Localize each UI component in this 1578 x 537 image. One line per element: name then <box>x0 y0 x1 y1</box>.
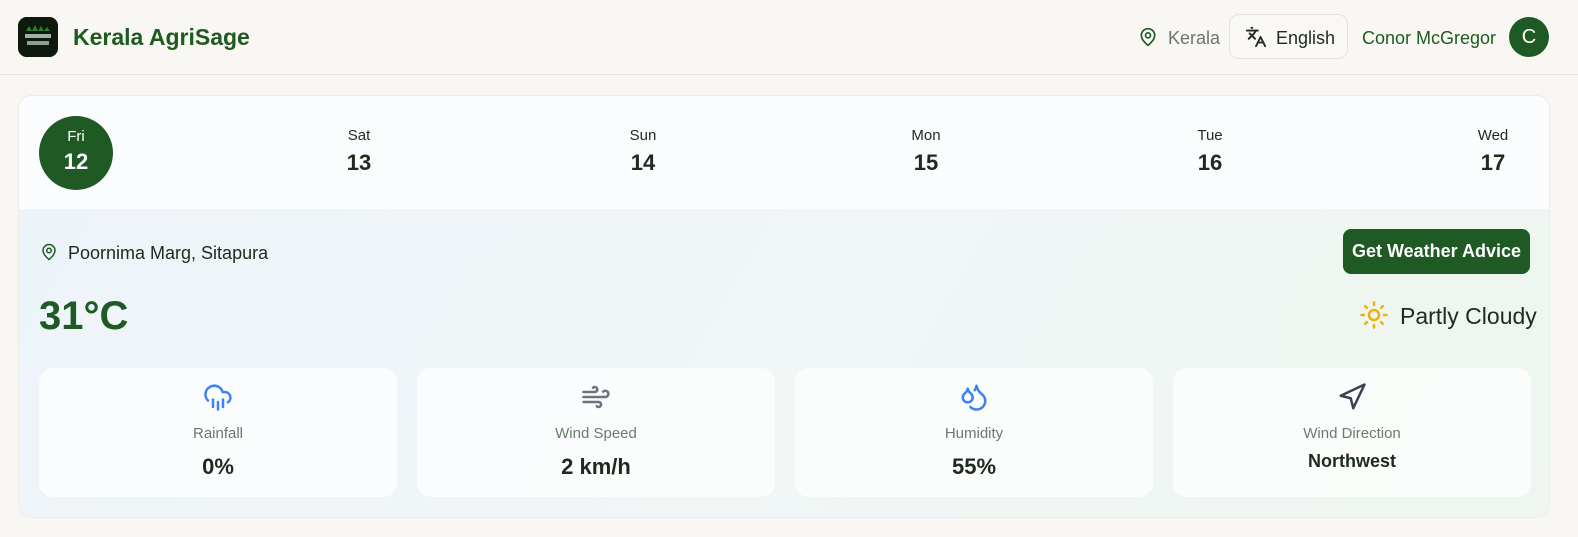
weather-panel: Poornima Marg, Sitapura Get Weather Advi… <box>19 209 1549 517</box>
day-item-sun[interactable]: Sun 14 <box>606 127 680 176</box>
wind-icon <box>581 382 611 417</box>
map-pin-icon <box>40 242 58 267</box>
app-logo[interactable] <box>18 17 58 57</box>
day-item-tue[interactable]: Tue 16 <box>1173 127 1247 176</box>
weather-card: Fri 12 Sat 13 Sun 14 Mon 15 Tue 16 Wed 1… <box>18 95 1550 518</box>
day-date: 14 <box>630 150 656 175</box>
user-name[interactable]: Conor McGregor <box>1362 28 1496 49</box>
day-date: 12 <box>63 149 89 174</box>
day-name: Mon <box>911 127 941 144</box>
day-name: Sun <box>629 127 657 144</box>
stat-card-humidity: Humidity 55% <box>795 368 1153 497</box>
day-item-wed[interactable]: Wed 17 <box>1456 127 1530 176</box>
location-label[interactable]: Kerala <box>1168 28 1220 49</box>
stat-label: Rainfall <box>192 425 244 442</box>
stat-value: 0% <box>202 454 234 479</box>
stat-card-wind-speed: Wind Speed 2 km/h <box>417 368 775 497</box>
day-name: Sat <box>347 127 371 144</box>
stat-card-rainfall: Rainfall 0% <box>39 368 397 497</box>
avatar[interactable]: C <box>1509 17 1549 57</box>
day-item-mon[interactable]: Mon 15 <box>889 127 963 176</box>
condition-label: Partly Cloudy <box>1400 303 1537 329</box>
day-date: 13 <box>346 150 372 175</box>
brand-title[interactable]: Kerala AgriSage <box>73 24 250 51</box>
day-item-sat[interactable]: Sat 13 <box>322 127 396 176</box>
stat-card-wind-direction: Wind Direction Northwest <box>1173 368 1531 497</box>
droplets-icon <box>959 382 989 417</box>
stat-label: Wind Direction <box>1303 425 1401 442</box>
stat-value: 2 km/h <box>561 454 631 479</box>
translate-icon <box>1245 26 1267 53</box>
day-date: 15 <box>913 150 939 175</box>
map-pin-icon <box>1138 26 1158 53</box>
day-name: Wed <box>1477 127 1509 144</box>
sun-icon <box>1359 300 1389 335</box>
language-label: English <box>1276 28 1336 48</box>
day-selector: Fri 12 Sat 13 Sun 14 Mon 15 Tue 16 Wed 1… <box>19 96 1549 209</box>
stat-label: Wind Speed <box>555 425 637 442</box>
day-date: 17 <box>1480 150 1506 175</box>
stat-label: Humidity <box>944 425 1004 442</box>
day-name: Tue <box>1197 127 1223 144</box>
temperature-value: 31°C <box>39 294 129 338</box>
get-weather-advice-button[interactable]: Get Weather Advice <box>1343 229 1530 274</box>
stat-value: Northwest <box>1307 451 1396 471</box>
rain-cloud-icon <box>203 382 233 417</box>
language-button[interactable]: English <box>1229 14 1348 59</box>
day-date: 16 <box>1197 150 1223 175</box>
stat-value: 55% <box>951 454 997 479</box>
top-bar: Kerala AgriSage Kerala English Conor McG… <box>0 0 1578 75</box>
address-label: Poornima Marg, Sitapura <box>68 243 269 263</box>
day-name: Fri <box>67 128 85 145</box>
day-item-fri[interactable]: Fri 12 <box>39 116 113 190</box>
navigation-icon <box>1337 382 1367 417</box>
